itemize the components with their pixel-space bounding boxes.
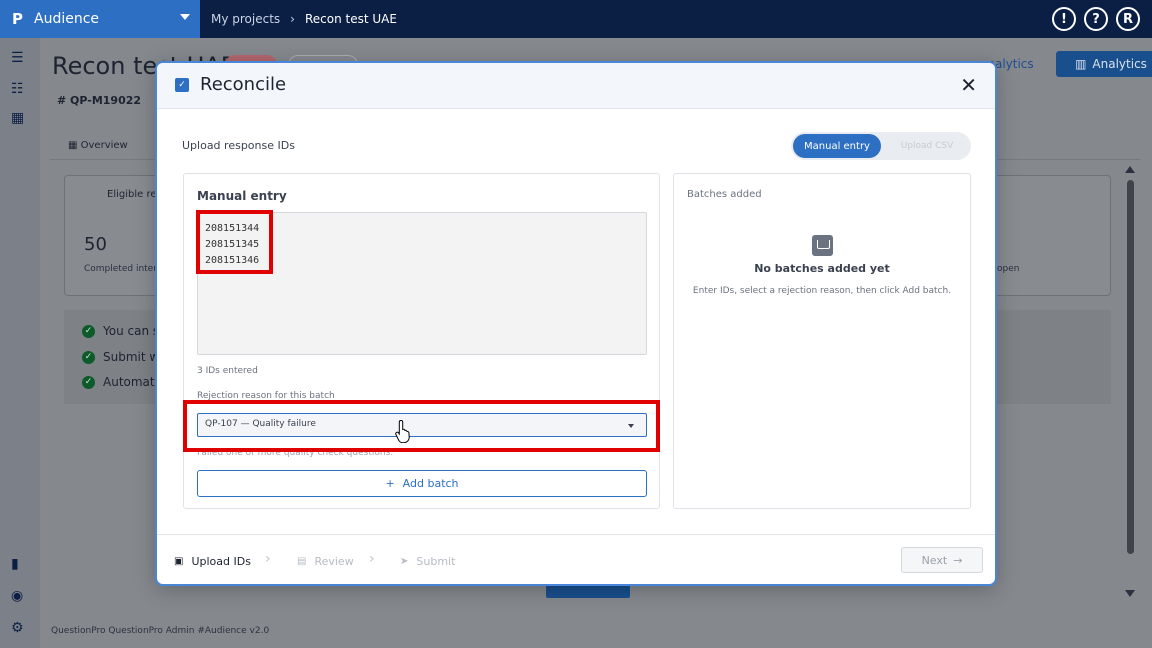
tab-overview[interactable]: ▦ Overview [68,140,128,151]
modal-footer: ▣ Upload IDs › ▤ Review › ➤ Submit Next … [157,534,995,584]
step-submit: ➤ Submit [400,555,455,568]
empty-description: Enter IDs, select a rejection reason, th… [692,286,952,296]
check-icon: ✓ [82,375,95,389]
next-button[interactable]: Next → [901,547,983,573]
upload-label: Upload response IDs [182,139,295,152]
plus-icon: + [385,477,395,490]
breadcrumb-my-projects[interactable]: My projects [211,12,280,26]
toggle-manual-entry[interactable]: Manual entry [793,134,881,158]
project-id: # QP-M19022 [57,94,142,107]
project-id-value: QP-M19022 [70,94,142,107]
app-name: Audience [34,11,100,27]
chevron-right-icon: › [290,12,295,26]
reason-value: QP-107 — Quality failure [205,419,316,429]
step-submit-label: Submit [416,555,456,568]
scrollbar[interactable] [1124,166,1136,597]
ids-count: 3 IDs entered [197,366,258,376]
left-rail: ☰ ☷ ▦ ▮ ◉ ⚙ [0,38,40,648]
send-icon: ➤ [400,556,409,567]
step-upload-ids: ▣ Upload IDs [174,555,251,568]
avatar[interactable]: R [1116,7,1140,31]
scroll-up-icon[interactable] [1125,166,1135,173]
close-icon[interactable]: ✕ [960,73,977,97]
grid-icon[interactable]: ▦ [11,110,24,126]
step-review: ▤ Review [297,555,354,568]
reason-label: Rejection reason for this batch [197,391,335,401]
stat-open-label: open [997,264,1020,274]
reason-description: Failed one or more quality check questio… [197,448,394,458]
reconcile-icon: ✓ [175,78,189,92]
toggle-upload-csv[interactable]: Upload CSV [887,134,967,158]
footer: QuestionPro QuestionPro Admin #Audience … [51,626,270,636]
top-bar: P Audience My projects › Recon test UAE … [0,0,1152,38]
check-icon: ✓ [82,324,95,338]
review-icon: ▤ [297,556,307,567]
chart-icon: ▥ [1075,57,1087,71]
list-item: ✓ Automati [82,375,158,389]
feedback-icon[interactable]: ! [1052,7,1076,31]
help-icon[interactable]: ? [1084,7,1108,31]
breadcrumb-current: Recon test UAE [304,12,397,26]
top-icons: ! ? R [1052,7,1140,31]
analytics-button-label: Analytics [1092,57,1147,71]
analytics-button[interactable]: ▥ Analytics [1056,51,1152,77]
scroll-down-icon[interactable] [1125,590,1135,597]
logo-icon: P [12,10,23,28]
add-batch-button[interactable]: + Add batch [197,470,647,497]
entry-mode-toggle: Manual entry Upload CSV [791,132,971,160]
menu-icon[interactable]: ☰ [11,50,24,66]
chevron-down-icon [628,424,634,428]
manual-entry-title: Manual entry [197,189,287,203]
check-icon: ✓ [82,350,95,364]
stat-value: 50 [84,234,107,255]
next-button-label: Next [921,553,948,567]
list-icon[interactable]: ☷ [11,81,24,97]
chevron-down-icon [180,14,190,20]
scrollbar-thumb[interactable] [1127,180,1134,554]
arrow-right-icon: → [953,553,963,567]
step-review-label: Review [314,555,354,568]
chevron-right-icon: › [369,551,375,567]
list-item: ✓ Submit w [82,350,159,364]
upload-file-icon: ▣ [174,556,184,567]
step-upload-label: Upload IDs [191,555,251,568]
manual-entry-panel: Manual entry 3 IDs entered Rejection rea… [183,173,660,509]
chevron-right-icon: › [265,551,271,567]
trash-icon[interactable]: ▮ [11,556,19,572]
batches-title: Batches added [687,189,762,200]
list-item: ✓ You can s [82,324,159,338]
modal-header: ✓ Reconcile ✕ [157,63,995,109]
reconcile-modal: ✓ Reconcile ✕ Upload response IDs Manual… [155,61,997,586]
app-switcher[interactable]: P Audience [0,0,200,38]
add-batch-label: Add batch [402,477,459,490]
gear-icon[interactable]: ⚙ [11,620,24,636]
empty-title: No batches added yet [754,262,890,275]
modal-title: Reconcile [200,74,287,95]
hand-cursor-icon [395,419,410,443]
card-heading: Eligible res [107,189,162,200]
breadcrumb: My projects › Recon test UAE [211,0,397,38]
inbox-icon [812,235,833,256]
tab-overview-label: Overview [80,140,128,151]
user-shield-icon[interactable]: ◉ [11,588,23,604]
stat-label: Completed inter [84,264,157,274]
ids-textarea[interactable] [197,212,647,355]
batches-panel: Batches added No batches added yet Enter… [673,173,971,509]
rejection-reason-select[interactable]: QP-107 — Quality failure [197,413,647,437]
